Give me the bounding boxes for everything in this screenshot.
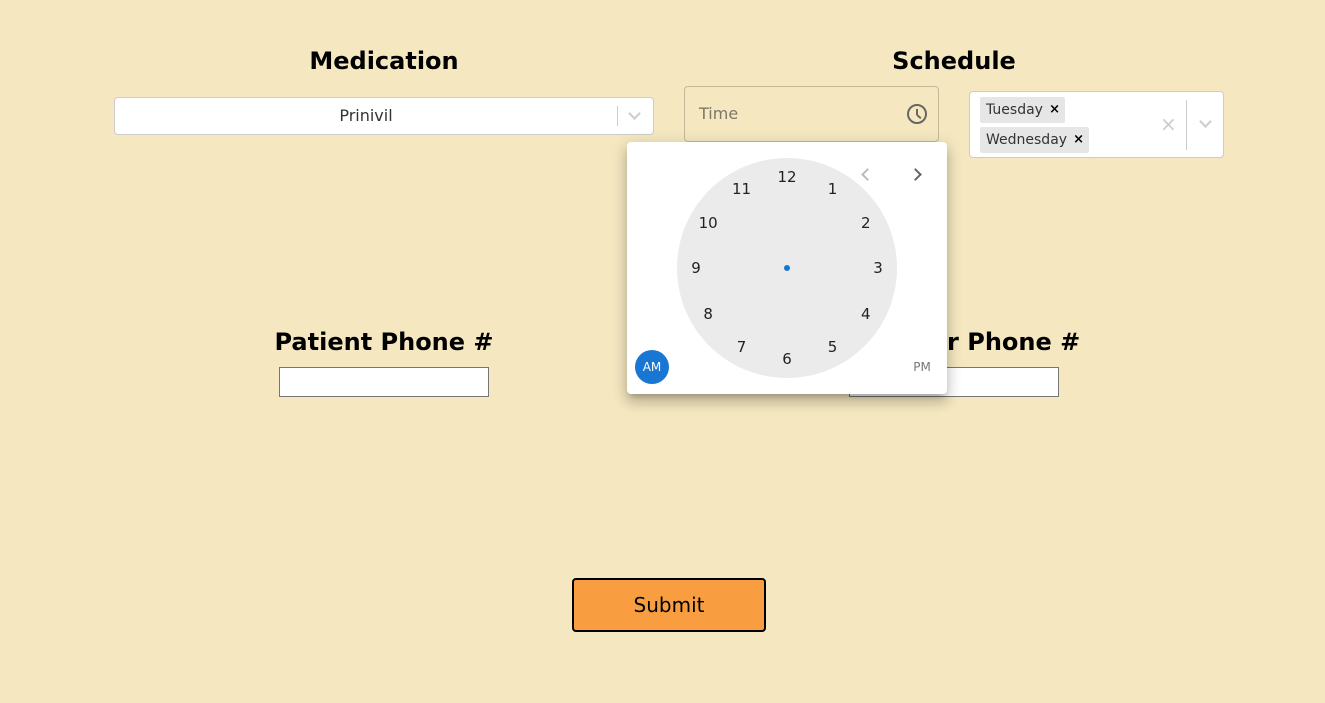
medication-selected-value: Prinivil	[339, 106, 393, 125]
days-multi-select[interactable]: Tuesday × Wednesday × ×	[969, 91, 1224, 158]
clock-hour-6[interactable]: 6	[772, 347, 802, 371]
chevron-down-icon[interactable]	[1199, 115, 1212, 128]
clock-dial[interactable]: 12 1 2 3 4 5 6 7 8 9 10 11	[677, 158, 897, 378]
patient-phone-input[interactable]	[279, 367, 489, 397]
clock-hour-1[interactable]: 1	[818, 177, 848, 201]
remove-chip-icon[interactable]: ×	[1073, 127, 1084, 153]
day-chip-wednesday: Wednesday ×	[980, 127, 1090, 153]
clock-hour-8[interactable]: 8	[693, 302, 723, 326]
clock-hour-2[interactable]: 2	[851, 211, 881, 235]
day-chip-label: Tuesday	[986, 102, 1043, 118]
clock-hour-10[interactable]: 10	[693, 211, 723, 235]
time-placeholder: Time	[699, 104, 739, 123]
chevron-down-icon[interactable]	[628, 107, 641, 120]
am-button[interactable]: AM	[635, 350, 669, 384]
clock-center-dot	[784, 265, 790, 271]
pm-button[interactable]: PM	[905, 350, 939, 384]
remove-chip-icon[interactable]: ×	[1049, 97, 1060, 123]
chevron-right-icon[interactable]	[909, 168, 922, 181]
patient-phone-heading: Patient Phone #	[274, 328, 494, 356]
clock-hour-11[interactable]: 11	[727, 177, 757, 201]
chevron-left-icon[interactable]	[861, 168, 874, 181]
medication-select-separator	[617, 106, 618, 126]
clock-icon[interactable]	[907, 104, 927, 124]
medication-select[interactable]: Prinivil	[114, 97, 654, 135]
clock-picker-popup: 12 1 2 3 4 5 6 7 8 9 10 11 AM PM	[627, 142, 947, 394]
clock-hour-9[interactable]: 9	[681, 256, 711, 280]
clock-hour-12[interactable]: 12	[772, 165, 802, 189]
day-chip-label: Wednesday	[986, 132, 1068, 148]
time-field[interactable]: Time	[684, 86, 939, 142]
clock-hour-4[interactable]: 4	[851, 302, 881, 326]
day-chip-tuesday: Tuesday ×	[980, 97, 1065, 123]
clock-hour-7[interactable]: 7	[727, 335, 757, 359]
multi-select-separator	[1186, 100, 1187, 150]
clear-all-icon[interactable]: ×	[1160, 112, 1177, 136]
clock-hour-5[interactable]: 5	[818, 335, 848, 359]
medication-heading: Medication	[309, 47, 459, 75]
submit-button[interactable]: Submit	[572, 578, 766, 632]
clock-hour-3[interactable]: 3	[863, 256, 893, 280]
schedule-heading: Schedule	[892, 47, 1016, 75]
